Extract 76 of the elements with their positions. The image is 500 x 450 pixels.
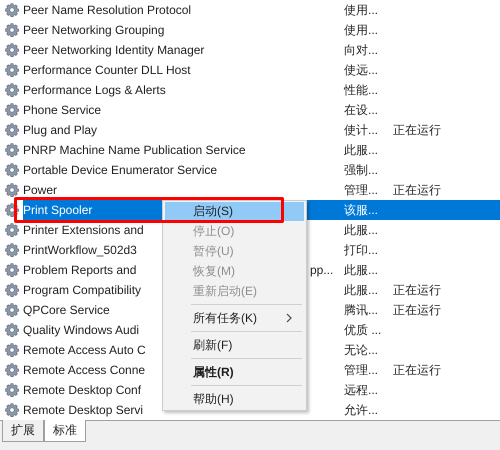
gear-icon xyxy=(4,22,20,38)
gear-icon xyxy=(4,262,20,278)
service-name[interactable]: Performance Counter DLL Host xyxy=(23,63,191,77)
gear-icon xyxy=(4,402,20,418)
gear-icon xyxy=(4,222,20,238)
service-description: 打印... xyxy=(344,242,378,258)
service-description: 该服... xyxy=(344,202,378,218)
service-name[interactable]: Phone Service xyxy=(23,103,102,117)
service-name[interactable]: Portable Device Enumerator Service xyxy=(23,163,218,177)
service-status: 正在运行 xyxy=(393,282,441,298)
service-name: pp... xyxy=(310,263,334,277)
gear-icon xyxy=(4,282,20,298)
service-description: 使计... xyxy=(344,122,378,138)
menu-item[interactable]: 所有任务(K) xyxy=(165,308,304,328)
view-tab[interactable]: 标准 xyxy=(44,420,86,442)
gear-icon xyxy=(4,42,20,58)
gear-icon xyxy=(4,122,20,138)
service-name[interactable]: Performance Logs & Alerts xyxy=(23,83,166,97)
service-status: 正在运行 xyxy=(393,122,441,138)
gear-icon xyxy=(4,62,20,78)
service-name[interactable]: PNRP Machine Name Publication Service xyxy=(23,143,246,157)
menu-item[interactable]: 刷新(F) xyxy=(165,335,304,355)
service-description: 管理... xyxy=(344,362,378,378)
service-description: 此服... xyxy=(344,282,378,298)
service-status: 正在运行 xyxy=(393,362,441,378)
service-description: 使用... xyxy=(344,22,378,38)
service-name[interactable]: PrintWorkflow_502d3 xyxy=(23,243,137,257)
gear-icon xyxy=(4,82,20,98)
gear-icon xyxy=(4,142,20,158)
service-description: 强制... xyxy=(344,162,378,178)
service-name[interactable]: Plug and Play xyxy=(23,123,98,137)
service-description: 在设... xyxy=(344,102,378,118)
service-description: 此服... xyxy=(344,262,378,278)
menu-item[interactable]: 属性(R) xyxy=(165,362,304,382)
service-name[interactable]: Remote Access Auto C xyxy=(23,343,146,357)
menu-item[interactable]: 启动(S) xyxy=(165,202,304,221)
gear-icon xyxy=(4,162,20,178)
service-name[interactable]: Peer Networking Identity Manager xyxy=(23,43,204,57)
service-name[interactable]: Remote Desktop Servi xyxy=(23,403,144,417)
service-description: 优质 ... xyxy=(344,322,382,338)
service-description: 允许... xyxy=(344,402,378,418)
gear-icon xyxy=(4,182,20,198)
service-description: 此服... xyxy=(344,222,378,238)
service-description: 使用... xyxy=(344,2,378,18)
service-name[interactable]: Power xyxy=(23,183,58,197)
gear-icon xyxy=(4,242,20,258)
gear-icon xyxy=(4,382,20,398)
gear-icon xyxy=(4,302,20,318)
service-name[interactable]: Peer Networking Grouping xyxy=(23,23,164,37)
gear-icon xyxy=(4,342,20,358)
service-name[interactable]: Quality Windows Audi xyxy=(23,323,140,337)
service-description: 使远... xyxy=(344,62,378,78)
service-description: 性能... xyxy=(344,82,378,98)
chevron-right-icon xyxy=(286,313,292,323)
service-description: 远程... xyxy=(344,382,378,398)
view-tab[interactable]: 扩展 xyxy=(2,420,44,442)
service-description: 腾讯... xyxy=(344,302,378,318)
service-name[interactable]: Remote Access Conne xyxy=(23,363,146,377)
service-description: 无论... xyxy=(344,342,378,358)
service-name[interactable]: QPCore Service xyxy=(23,303,110,317)
service-name[interactable]: Remote Desktop Conf xyxy=(23,383,142,397)
gear-icon xyxy=(4,102,20,118)
service-name[interactable]: Problem Reports and xyxy=(23,263,136,277)
menu-item[interactable]: 帮助(H) xyxy=(165,389,304,409)
service-description: 向对... xyxy=(344,42,378,58)
service-name[interactable]: Print Spooler xyxy=(23,203,92,217)
gear-icon xyxy=(4,322,20,338)
gear-icon xyxy=(4,202,20,218)
service-name[interactable]: Peer Name Resolution Protocol xyxy=(23,3,192,17)
service-status: 正在运行 xyxy=(393,182,441,198)
service-description: 此服... xyxy=(344,142,378,158)
gear-icon xyxy=(4,362,20,378)
service-status: 正在运行 xyxy=(393,302,441,318)
service-description: 管理... xyxy=(344,182,378,198)
service-name[interactable]: Printer Extensions and xyxy=(23,223,144,237)
service-name[interactable]: Program Compatibility xyxy=(23,283,142,297)
